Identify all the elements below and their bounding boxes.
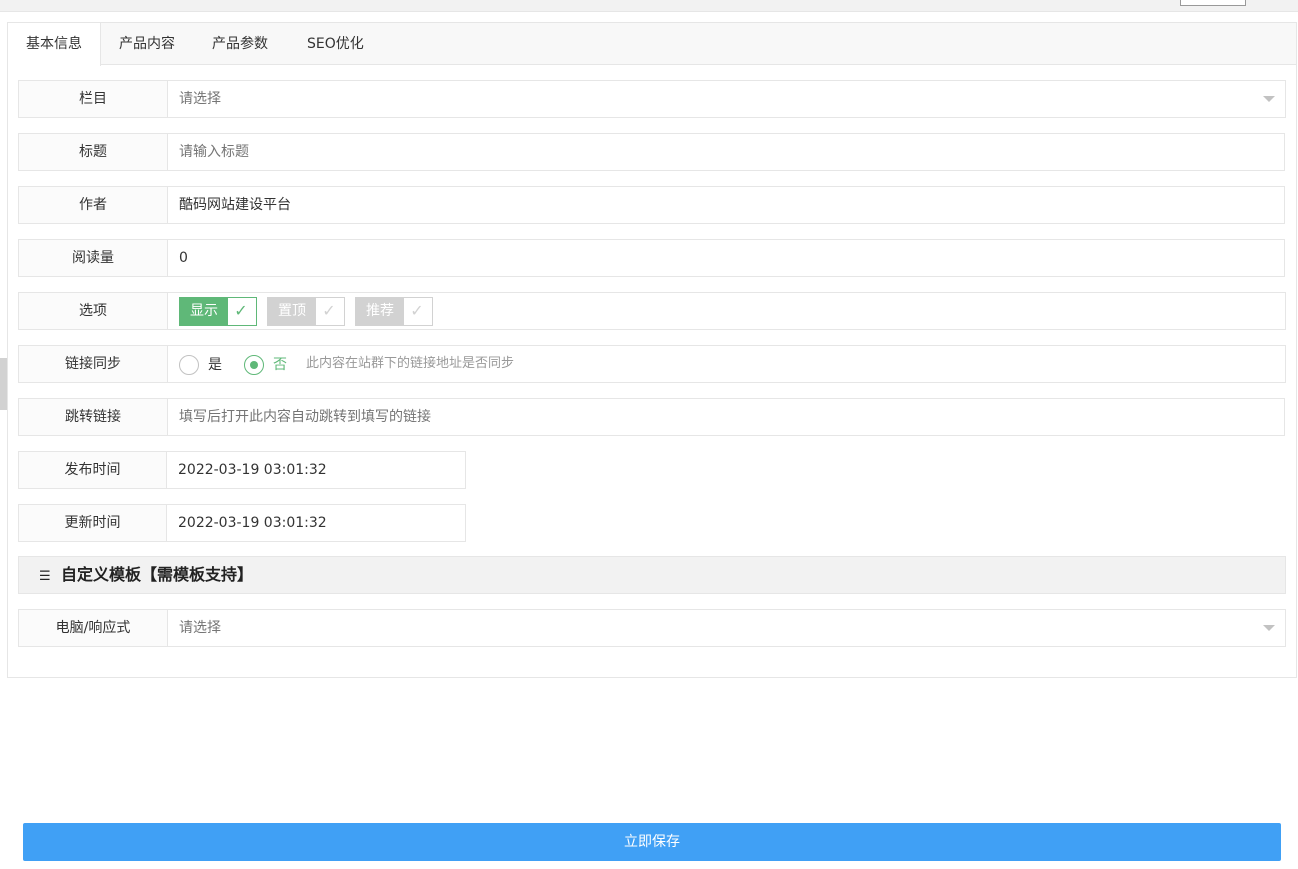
tab-product-content[interactable]: 产品内容 [119,23,175,65]
link-sync-no-radio[interactable]: 否 [244,354,294,376]
pc-template-label: 电脑/响应式 [19,610,168,646]
option-recommend-checkbox[interactable]: 推荐 ✓ [355,297,433,326]
views-label: 阅读量 [19,240,168,276]
title-row: 标题 请输入标题 [18,133,1285,171]
sidebar-collapse-handle[interactable] [0,358,7,410]
category-select[interactable]: 请选择 [169,81,1285,117]
check-icon: ✓ [322,301,336,320]
title-placeholder: 请输入标题 [179,144,249,160]
top-dropdown-stub[interactable] [1180,0,1246,6]
author-label: 作者 [19,187,168,223]
radio-ring-icon [179,355,199,375]
link-sync-row: 链接同步 是 否 此内容在站群下的链接地址是否同步 [18,345,1286,383]
sliders-icon: ☰ [39,569,51,584]
views-row: 阅读量 0 [18,239,1285,277]
redirect-row: 跳转链接 填写后打开此内容自动跳转到填写的链接 [18,398,1285,436]
radio-ring-icon [244,355,264,375]
option-top-checkbox[interactable]: 置顶 ✓ [267,297,345,326]
options-label: 选项 [19,293,168,329]
pc-template-select[interactable]: 请选择 [169,610,1285,646]
check-icon: ✓ [410,301,424,320]
option-recommend-label: 推荐 [356,298,404,325]
publish-time-input[interactable]: 2022-03-19 03:01:32 [168,452,465,488]
tab-product-params[interactable]: 产品参数 [212,23,268,65]
pc-template-row: 电脑/响应式 请选择 [18,609,1286,647]
custom-template-header: ☰ 自定义模板【需模板支持】 [18,556,1286,594]
options-row: 选项 显示 ✓ 置顶 ✓ 推荐 ✓ [18,292,1286,330]
pc-template-placeholder: 请选择 [179,620,221,636]
redirect-label: 跳转链接 [19,399,168,435]
chevron-down-icon [1263,96,1275,102]
update-time-input[interactable]: 2022-03-19 03:01:32 [168,505,465,541]
option-top-label: 置顶 [268,298,316,325]
tab-basic-info[interactable]: 基本信息 [8,23,101,66]
check-icon: ✓ [234,301,248,320]
author-row: 作者 酷码网站建设平台 [18,186,1285,224]
views-input[interactable]: 0 [169,240,1284,276]
link-sync-no-label: 否 [273,357,287,373]
link-sync-yes-radio[interactable]: 是 [179,354,229,376]
redirect-input[interactable]: 填写后打开此内容自动跳转到填写的链接 [169,399,1284,435]
category-placeholder: 请选择 [179,91,221,107]
title-label: 标题 [19,134,168,170]
title-input[interactable]: 请输入标题 [169,134,1284,170]
link-sync-label: 链接同步 [19,346,168,382]
redirect-placeholder: 填写后打开此内容自动跳转到填写的链接 [179,409,431,425]
category-row: 栏目 请选择 [18,80,1286,118]
top-bar [0,0,1298,12]
save-button[interactable]: 立即保存 [23,823,1281,861]
form-panel: 基本信息 产品内容 产品参数 SEO优化 栏目 请选择 标题 请输入标题 作者 … [7,22,1297,678]
update-time-label: 更新时间 [19,505,167,541]
publish-time-row: 发布时间 2022-03-19 03:01:32 [18,451,466,489]
publish-time-label: 发布时间 [19,452,167,488]
author-input[interactable]: 酷码网站建设平台 [169,187,1284,223]
option-show-checkbox[interactable]: 显示 ✓ [179,297,257,326]
update-time-row: 更新时间 2022-03-19 03:01:32 [18,504,466,542]
tab-seo[interactable]: SEO优化 [307,23,364,65]
option-show-label: 显示 [180,298,228,325]
custom-template-title: 自定义模板【需模板支持】 [61,565,254,584]
chevron-down-icon [1263,625,1275,631]
link-sync-yes-label: 是 [208,357,222,373]
link-sync-hint: 此内容在站群下的链接地址是否同步 [306,356,515,371]
category-label: 栏目 [19,81,168,117]
tab-bar: 基本信息 产品内容 产品参数 SEO优化 [8,23,1296,66]
